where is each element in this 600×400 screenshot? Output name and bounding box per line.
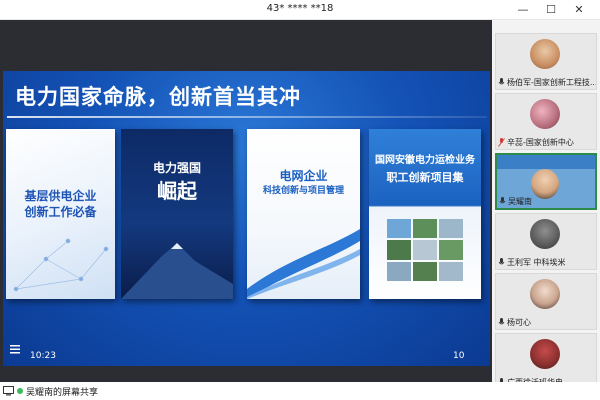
- microphone-icon: [498, 257, 505, 264]
- avatar: [530, 99, 560, 129]
- microphone-icon: [498, 317, 505, 324]
- book-2-title-line2: 崛起: [157, 179, 197, 203]
- maximize-button[interactable]: ☐: [542, 2, 560, 18]
- slide-page-number: 10: [453, 351, 465, 361]
- participants-panel: 杨伯军-国家创新工程技... 辛蕊-国家创新中心 吴耀南 王利军 中科埃米 杨可…: [492, 20, 600, 390]
- avatar: [530, 219, 560, 249]
- screen-share-icon: [3, 386, 14, 396]
- swoosh-graphic: [247, 229, 360, 299]
- minimize-button[interactable]: —: [514, 2, 532, 18]
- book-4-title-line1: 国网安徽电力运检业务: [375, 155, 475, 166]
- book-1-title-line1: 基层供电企业: [24, 189, 97, 203]
- microphone-icon: [499, 196, 506, 203]
- status-bar: 吴耀南的屏幕共享: [0, 382, 600, 400]
- participant-name: 辛蕊-国家创新中心: [507, 137, 574, 147]
- avatar: [530, 339, 560, 369]
- photo-collage: [387, 219, 463, 281]
- slide-time: 10:23: [30, 351, 56, 361]
- video-banner: [497, 155, 595, 169]
- mountain-graphic: [121, 243, 233, 299]
- close-button[interactable]: ✕: [570, 2, 588, 18]
- book-4-title-line2: 职工创新项目集: [386, 171, 464, 184]
- screen-share-label: 吴耀南的屏幕共享: [26, 388, 99, 398]
- avatar: [530, 39, 560, 69]
- participant-name: 杨可心: [507, 317, 531, 327]
- participant-tile[interactable]: 杨可心: [495, 273, 597, 330]
- book-2-title-line1: 电力强国: [152, 161, 201, 175]
- avatar: [530, 279, 560, 309]
- book-cover-2: 电力强国 崛起: [121, 129, 233, 299]
- presentation-slide: 电力国家命脉，创新首当其冲 基层供电企业 创新工作必备 电力强国 崛起 电网企业…: [3, 71, 490, 366]
- book-cover-4: 国网安徽电力运检业务 职工创新项目集: [369, 129, 481, 299]
- book-3-title-line1: 电网企业: [279, 169, 328, 183]
- book-cover-3: 电网企业 科技创新与项目管理: [247, 129, 360, 299]
- title-divider: [7, 116, 487, 118]
- sharing-status-dot: [17, 388, 23, 394]
- participant-tile[interactable]: 杨伯军-国家创新工程技...: [495, 33, 597, 90]
- title-bar: 43* **** **18 — ☐ ✕: [0, 0, 600, 20]
- shared-screen-area: 电力国家命脉，创新首当其冲 基层供电企业 创新工作必备 电力强国 崛起 电网企业…: [0, 20, 492, 382]
- participant-name: 吴耀南: [508, 196, 532, 206]
- microphone-muted-icon: [498, 137, 505, 147]
- book-1-title-line2: 创新工作必备: [24, 205, 97, 219]
- book-3-title-line2: 科技创新与项目管理: [262, 186, 344, 196]
- book-cover-1: 基层供电企业 创新工作必备: [6, 129, 115, 299]
- network-graphic: [13, 238, 109, 292]
- participant-name: 王利军 中科埃米: [507, 257, 566, 267]
- slide-title: 电力国家命脉，创新首当其冲: [15, 85, 301, 109]
- participant-name: 杨伯军-国家创新工程技...: [507, 77, 596, 87]
- participant-tile[interactable]: 辛蕊-国家创新中心: [495, 93, 597, 150]
- window-title: 43* **** **18: [266, 3, 334, 14]
- microphone-icon: [498, 77, 505, 84]
- menu-icon[interactable]: [10, 345, 20, 354]
- participant-tile[interactable]: 王利军 中科埃米: [495, 213, 597, 270]
- participant-tile-active[interactable]: 吴耀南: [495, 153, 597, 210]
